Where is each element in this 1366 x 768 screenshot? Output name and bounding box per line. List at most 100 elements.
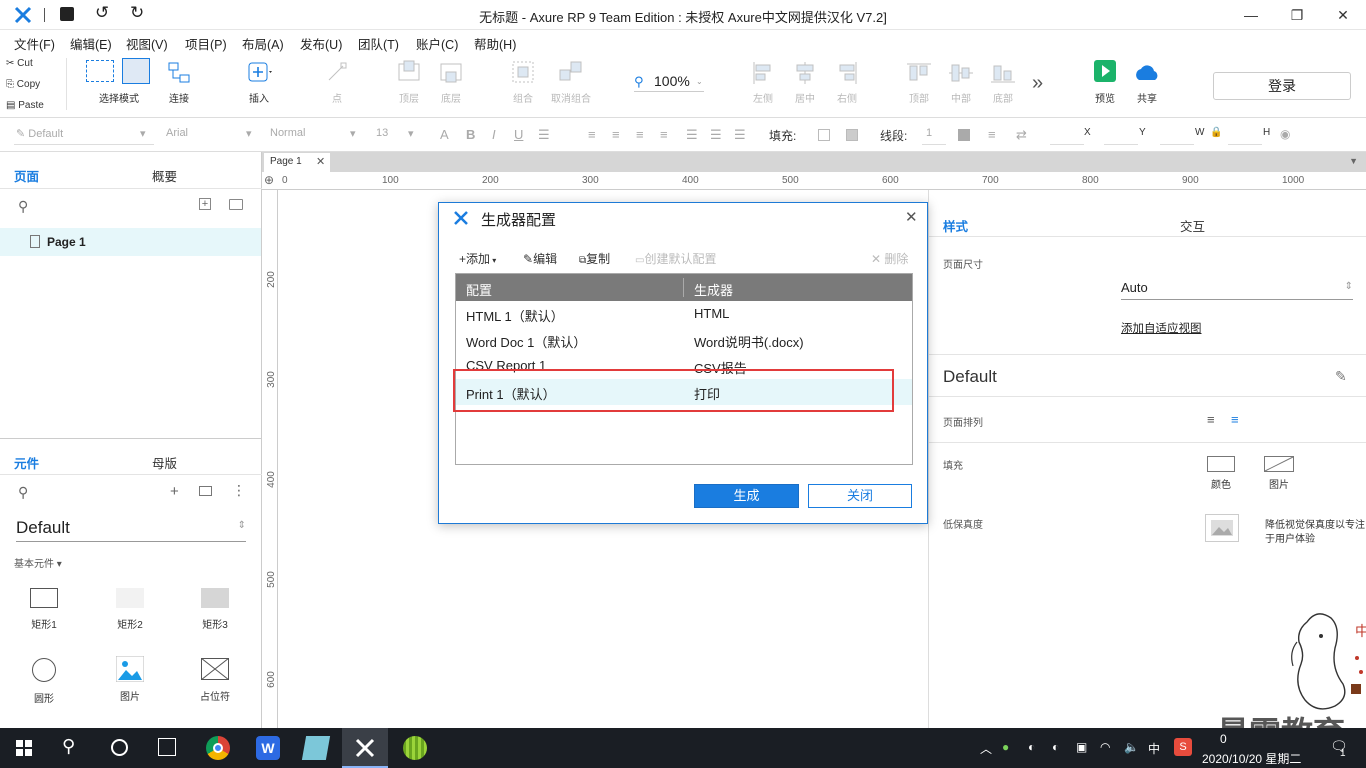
- generate-button[interactable]: 生成: [694, 484, 799, 508]
- arrow-style-icon[interactable]: ⇄: [1016, 127, 1027, 143]
- edit-config-button[interactable]: ✎编辑: [523, 250, 557, 267]
- select-mode-button[interactable]: 选择模式: [84, 58, 154, 105]
- qq-icon[interactable]: ◐: [1028, 740, 1035, 754]
- add-page-icon[interactable]: +: [199, 198, 211, 210]
- valign-middle-icon[interactable]: ☰: [710, 127, 722, 143]
- bold-icon[interactable]: B: [466, 127, 475, 142]
- connect-button[interactable]: 连接: [164, 60, 194, 105]
- sogou-ime-icon[interactable]: S: [1174, 738, 1192, 756]
- zoom-control[interactable]: ⚲ 100% ⌄: [634, 72, 704, 92]
- clock-date[interactable]: 2020/10/20 星期二: [1202, 750, 1301, 767]
- add-config-button[interactable]: +添加 ▾: [459, 250, 496, 267]
- align-top-button[interactable]: 顶部: [904, 60, 934, 105]
- ungroup-button[interactable]: 取消组合: [548, 60, 594, 105]
- align-center-button[interactable]: 居中: [790, 60, 820, 105]
- fill-color-swatch[interactable]: [818, 129, 830, 141]
- menu-layout[interactable]: 布局(A): [242, 34, 284, 53]
- notes-app-icon[interactable]: [301, 736, 331, 760]
- valign-top-icon[interactable]: ☰: [686, 127, 698, 143]
- menu-account[interactable]: 账户(C): [416, 34, 458, 53]
- fill-color-option[interactable]: 颜色: [1205, 456, 1237, 491]
- bullets-icon[interactable]: ☰: [538, 127, 550, 143]
- dialog-close-button[interactable]: 关闭: [808, 484, 912, 508]
- point-button[interactable]: 点: [322, 60, 352, 105]
- widget-rect3[interactable]: 矩形3: [187, 584, 243, 634]
- menu-file[interactable]: 文件(F): [14, 34, 55, 53]
- edit-style-icon[interactable]: ✎: [1335, 368, 1347, 385]
- maximize-button[interactable]: ❐: [1274, 0, 1320, 30]
- close-tab-icon[interactable]: ✕: [316, 155, 325, 168]
- tab-style[interactable]: 样式: [943, 216, 968, 235]
- widget-circle[interactable]: 圆形: [16, 656, 72, 706]
- widget-category[interactable]: 基本元件 ▾: [14, 555, 62, 570]
- wps-writer-icon[interactable]: W: [256, 736, 280, 760]
- text-color-icon[interactable]: A: [440, 127, 449, 142]
- tray-expand-icon[interactable]: ︿: [980, 740, 992, 757]
- tab-outline[interactable]: 概要: [152, 166, 177, 185]
- stroke-color-swatch[interactable]: [958, 129, 970, 141]
- font-weight-select[interactable]: Normal: [270, 127, 305, 139]
- stroke-width-input[interactable]: 1: [926, 127, 932, 139]
- justify-text-icon[interactable]: ≡: [660, 127, 668, 142]
- table-row[interactable]: HTML 1（默认） HTML: [456, 301, 912, 327]
- tab-widgets[interactable]: 元件: [14, 453, 39, 472]
- page-tab[interactable]: Page 1 ✕: [264, 153, 330, 172]
- windows-start-icon[interactable]: [16, 740, 32, 756]
- paste-button[interactable]: ▤ Paste: [6, 100, 44, 111]
- minimize-button[interactable]: —: [1228, 0, 1274, 30]
- cut-button[interactable]: ✂ Cut: [6, 58, 33, 69]
- menu-view[interactable]: 视图(V): [126, 34, 168, 53]
- align-middle-button[interactable]: 中部: [946, 60, 976, 105]
- lock-icon[interactable]: 🔒: [1210, 127, 1222, 138]
- align-page-left-icon[interactable]: ≡: [1207, 412, 1215, 427]
- align-left-text-icon[interactable]: ≡: [588, 127, 596, 142]
- dialog-close-icon[interactable]: ✕: [905, 208, 918, 226]
- share-button[interactable]: 共享: [1130, 60, 1164, 105]
- align-right-button[interactable]: 右侧: [832, 60, 862, 105]
- stroke-pattern-icon[interactable]: ≡: [988, 127, 996, 142]
- align-page-center-icon[interactable]: ≡: [1231, 412, 1239, 427]
- add-adaptive-view-link[interactable]: 添加自适应视图: [1121, 320, 1202, 336]
- widget-placeholder[interactable]: 占位符: [187, 656, 243, 706]
- valign-bottom-icon[interactable]: ☰: [734, 127, 746, 143]
- send-to-bottom-button[interactable]: 底层: [436, 60, 466, 105]
- library-select[interactable]: Default ⇕: [16, 518, 246, 542]
- font-select[interactable]: Arial: [166, 127, 188, 139]
- menu-publish[interactable]: 发布(U): [300, 34, 342, 53]
- more-options-icon[interactable]: ⋮: [232, 482, 246, 499]
- copy-button[interactable]: ⎘ Copy: [6, 79, 40, 90]
- copy-config-button[interactable]: ⧉复制: [579, 250, 610, 267]
- menu-project[interactable]: 项目(P): [185, 34, 227, 53]
- login-button[interactable]: 登录: [1213, 72, 1351, 100]
- add-folder-icon[interactable]: [229, 199, 243, 210]
- tab-masters[interactable]: 母版: [152, 453, 177, 472]
- widget-rect1[interactable]: 矩形1: [16, 584, 72, 634]
- insert-button[interactable]: 插入: [242, 60, 276, 105]
- low-fidelity-toggle[interactable]: [1205, 514, 1239, 542]
- task-view-icon[interactable]: [158, 738, 176, 756]
- axure-taskbar-button[interactable]: [342, 728, 388, 768]
- widget-image[interactable]: 图片: [102, 656, 158, 706]
- search-icon[interactable]: ⚲: [18, 198, 28, 215]
- tab-dropdown-icon[interactable]: ▼: [1349, 156, 1358, 166]
- create-default-config-button[interactable]: ▭创建默认配置: [635, 250, 716, 267]
- chrome-icon[interactable]: [206, 736, 230, 760]
- menu-edit[interactable]: 编辑(E): [70, 34, 112, 53]
- volume-icon[interactable]: 🔈: [1124, 740, 1139, 754]
- library-stack-icon[interactable]: [199, 486, 212, 496]
- fill-image-option[interactable]: 图片: [1263, 456, 1295, 491]
- align-bottom-button[interactable]: 底部: [988, 60, 1018, 105]
- style-select[interactable]: ✎ Default: [16, 127, 63, 140]
- close-button[interactable]: ✕: [1320, 0, 1366, 30]
- add-library-icon[interactable]: +: [170, 483, 179, 500]
- shadow-swatch[interactable]: [846, 129, 858, 141]
- menu-help[interactable]: 帮助(H): [474, 34, 516, 53]
- tab-pages[interactable]: 页面: [14, 166, 39, 185]
- italic-icon[interactable]: I: [492, 127, 496, 142]
- green-app-icon[interactable]: [403, 736, 427, 760]
- bring-to-top-button[interactable]: 顶层: [394, 60, 424, 105]
- wechat-icon[interactable]: ●: [1002, 740, 1009, 754]
- menu-team[interactable]: 团队(T): [358, 34, 399, 53]
- qq-icon-2[interactable]: ◐: [1052, 740, 1059, 754]
- group-button[interactable]: 组合: [508, 60, 538, 105]
